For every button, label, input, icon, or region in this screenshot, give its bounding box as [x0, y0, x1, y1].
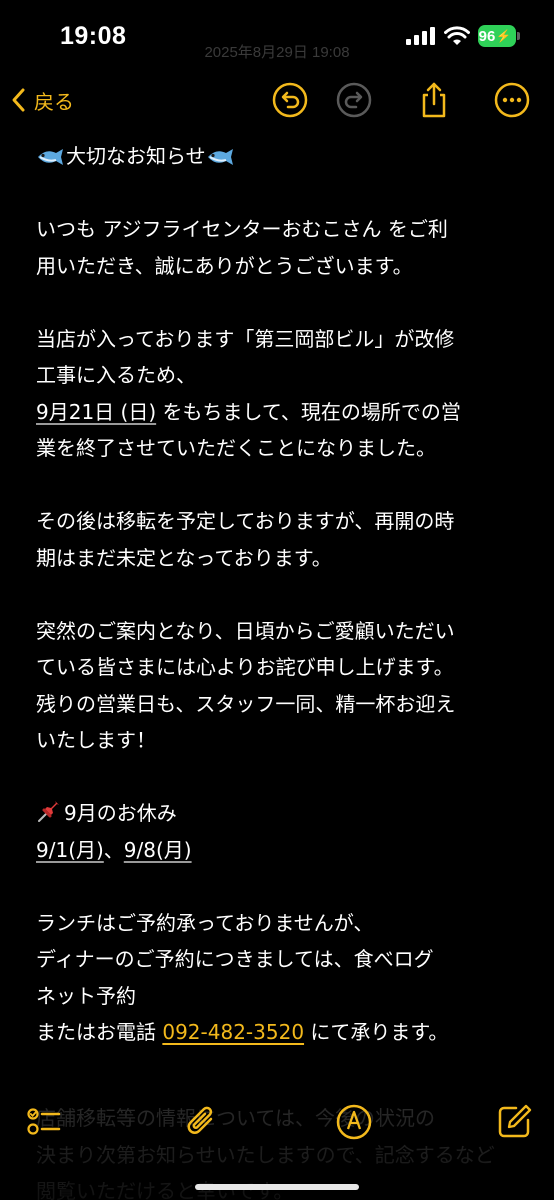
note-paragraph: その後は移転を予定しておりますが、再開の時 期はまだ未定となっております。: [36, 503, 526, 576]
home-indicator: [195, 1184, 359, 1190]
note-text: またはお電話: [36, 1020, 163, 1044]
note-text: 当店が入っております「第三岡部ビル」が改修: [36, 326, 455, 351]
note-line: 当店が入っております「第三岡部ビル」が改修: [36, 321, 526, 358]
note-text: 業を終了させていただくことになりました。: [36, 436, 436, 460]
battery-indicator: 96 ⚡: [478, 25, 516, 47]
back-label: 戻る: [34, 89, 74, 114]
note-paragraph: 大切なお知らせ: [36, 138, 526, 175]
date-link[interactable]: 9月21日 (日): [36, 400, 156, 424]
note-text: いたします！: [36, 728, 156, 752]
note-line: またはお電話 092-482-3520 にて承ります。: [36, 1014, 526, 1051]
back-button[interactable]: 戻る: [10, 80, 74, 120]
note-body[interactable]: 大切なお知らせいつも アジフライセンターおむこさん をご利 用いただき、誠にありが…: [36, 138, 526, 1051]
note-line: 工事に入るため、: [36, 357, 526, 394]
charging-bolt-icon: ⚡: [496, 29, 512, 43]
note-line: 残りの営業日も、スタッフ一同、精一杯お迎え: [36, 686, 526, 723]
note-text: 用いただき、誠にありがとうございます。: [36, 253, 413, 278]
note-text: ディナーのご予約につきましては、食べログ: [36, 947, 434, 971]
compose-icon[interactable]: [494, 1102, 534, 1142]
note-line: ディナーのご予約につきましては、食べログ: [36, 941, 526, 978]
note-line: ランチはご予約承っておりませんが、: [36, 905, 526, 942]
battery-cap: [517, 32, 520, 40]
note-line: 用いただき、誠にありがとうございます。: [36, 248, 526, 285]
note-text: ネット予約: [36, 983, 136, 1008]
redo-icon[interactable]: [334, 80, 374, 120]
wifi-icon: [444, 26, 470, 45]
pushpin-icon: [38, 801, 59, 822]
note-text: をもちまして、現在の場所での営: [156, 399, 461, 424]
note-line: 大切なお知らせ: [36, 138, 526, 175]
fish-icon: [207, 149, 233, 165]
note-paragraph: 当店が入っております「第三岡部ビル」が改修 工事に入るため、 9月21日 (日) を…: [36, 321, 526, 467]
note-line: 9月21日 (日) をもちまして、現在の場所での営: [36, 394, 526, 431]
note-line: ネット予約: [36, 978, 526, 1015]
checklist-icon[interactable]: [24, 1102, 64, 1142]
note-line: いつも アジフライセンターおむこさん をご利: [36, 211, 526, 248]
note-paragraph: 突然のご案内となり、日頃からご愛顧いただい ている皆さまには心よりお詫び申し上げま…: [36, 613, 526, 759]
note-line: いたします！: [36, 722, 526, 759]
more-options-icon[interactable]: [492, 80, 532, 120]
attachment-icon[interactable]: [182, 1102, 222, 1142]
note-text: 工事に入るため、: [36, 363, 196, 387]
note-text: 期はまだ未定となっております。: [36, 545, 332, 570]
share-icon[interactable]: [414, 80, 454, 120]
note-text: にて承ります。: [304, 1020, 449, 1044]
note-text: 残りの営業日も、スタッフ一同、精一杯お迎え: [36, 691, 456, 716]
note-paragraph: ランチはご予約承っておりませんが、ディナーのご予約につきましては、食べログ ネット…: [36, 905, 526, 1051]
undo-icon[interactable]: [270, 80, 310, 120]
note-line: ている皆さまには心よりお詫び申し上げます。: [36, 649, 526, 686]
note-text: ている皆さまには心よりお詫び申し上げます。: [36, 655, 454, 679]
note-line: 期はまだ未定となっております。: [36, 540, 526, 577]
note-line: 9月のお休み: [36, 795, 526, 832]
date-link[interactable]: 9/8(月): [124, 838, 192, 862]
note-paragraph: 9月のお休み 9/1(月)、9/8(月): [36, 795, 526, 868]
scrolled-note-date: 2025年8月29日 19:08: [204, 44, 350, 61]
note-line: その後は移転を予定しておりますが、再開の時: [36, 503, 526, 540]
chevron-left-icon: [12, 88, 25, 112]
note-text: 突然のご案内となり、日頃からご愛顧いただい: [36, 618, 455, 643]
cellular-signal-icon: [406, 27, 435, 45]
note-line: 突然のご案内となり、日頃からご愛顧いただい: [36, 613, 526, 650]
note-line: 業を終了させていただくことになりました。: [36, 430, 526, 467]
status-bar: 19:08 2025年8月29日 19:08 96 ⚡: [0, 0, 554, 72]
note-text: 、: [103, 837, 124, 862]
phone-number-link[interactable]: 092-482-3520: [162, 1020, 304, 1044]
note-paragraph: いつも アジフライセンターおむこさん をご利 用いただき、誠にありがとうございます…: [36, 211, 526, 284]
note-text: いつも アジフライセンターおむこさん をご利: [36, 217, 448, 241]
battery-level: 96: [478, 27, 496, 45]
note-line: 9/1(月)、9/8(月): [36, 832, 526, 869]
markup-pen-icon[interactable]: [334, 1102, 374, 1142]
note-toolbar: 戻る: [0, 72, 554, 128]
note-text: ランチはご予約承っておりませんが、: [36, 910, 374, 935]
fish-icon: [38, 149, 63, 165]
note-text: その後は移転を予定しておりますが、再開の時: [36, 509, 455, 533]
date-link[interactable]: 9/1(月): [36, 838, 104, 862]
note-text: 大切なお知らせ: [66, 144, 206, 168]
note-text: 9月のお休み: [64, 801, 177, 825]
